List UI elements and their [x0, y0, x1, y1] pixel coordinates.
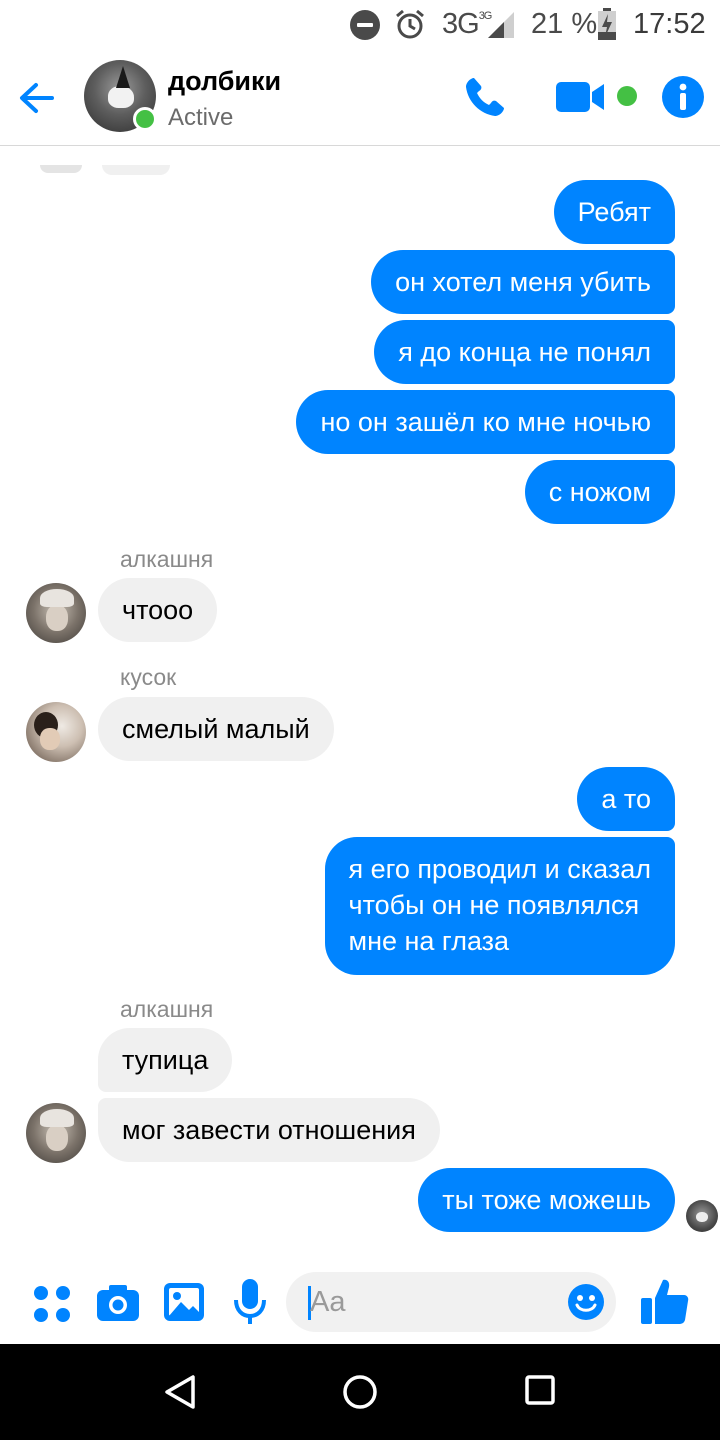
microphone-icon[interactable]	[233, 1278, 267, 1326]
message-bubble-outgoing[interactable]: Ребят	[553, 180, 675, 244]
message-bubble-outgoing[interactable]: я его проводил и сказал чтобы он не появ…	[324, 837, 675, 975]
thumbs-up-icon[interactable]	[640, 1276, 690, 1326]
phone-icon[interactable]	[462, 74, 508, 120]
video-camera-icon[interactable]	[556, 80, 606, 114]
message-bubble-outgoing[interactable]: ты тоже можешь	[418, 1168, 675, 1232]
network-type: 3G3G	[442, 8, 492, 40]
message-bubble-outgoing[interactable]: с ножом	[524, 460, 675, 524]
message-bubble-outgoing[interactable]: но он зашёл ко мне ночью	[296, 390, 675, 454]
sender-name: алкашня	[120, 996, 214, 1022]
sender-avatar[interactable]	[26, 1103, 86, 1163]
message-line: мне на глаза	[348, 926, 510, 956]
apps-menu-icon[interactable]	[32, 1284, 72, 1324]
message-bubble-incoming[interactable]: смелый малый	[98, 697, 334, 761]
camera-icon[interactable]	[96, 1282, 140, 1322]
message-bubble-incoming[interactable]: чтооо	[98, 578, 218, 642]
nav-back-icon[interactable]	[163, 1374, 197, 1410]
battery-charging-icon	[598, 8, 616, 40]
partial-avatar	[40, 165, 82, 173]
sender-avatar[interactable]	[26, 702, 86, 762]
message-line: чтобы он не появлялся	[348, 890, 640, 920]
system-nav-bar	[0, 1344, 720, 1440]
back-arrow-icon[interactable]	[16, 78, 56, 118]
nav-recents-icon[interactable]	[525, 1375, 555, 1405]
active-status-dot	[133, 107, 157, 131]
message-bubble-outgoing[interactable]: я до конца не понял	[374, 320, 675, 384]
battery-percent: 21 %	[531, 8, 598, 40]
do-not-disturb-icon	[350, 10, 380, 40]
sender-avatar[interactable]	[26, 583, 86, 643]
sender-name: алкашня	[120, 546, 214, 572]
chat-header: долбики Active	[0, 48, 720, 146]
clock: 17:52	[633, 8, 706, 40]
message-list[interactable]: Ребят он хотел меня убить я до конца не …	[0, 147, 720, 1257]
sender-name: кусок	[120, 664, 177, 690]
message-bubble-incoming[interactable]: мог завести отношения	[98, 1098, 440, 1162]
message-bubble-incoming[interactable]: тупица	[98, 1028, 233, 1092]
signal-icon	[488, 12, 514, 38]
gallery-icon[interactable]	[163, 1282, 205, 1322]
partial-message-bubble	[102, 165, 170, 175]
message-bubble-outgoing[interactable]: а то	[577, 767, 675, 831]
seen-receipt-avatar	[686, 1200, 718, 1232]
info-icon[interactable]	[662, 76, 704, 118]
status-bar: 3G3G 21 % 17:52	[0, 0, 720, 48]
message-bubble-outgoing[interactable]: он хотел меня убить	[371, 250, 675, 314]
message-composer: Aa	[0, 1262, 720, 1344]
video-active-dot	[617, 86, 637, 106]
message-line: я его проводил и сказал	[348, 854, 651, 884]
alarm-icon	[396, 9, 424, 39]
chat-status: Active	[168, 104, 234, 131]
message-input-placeholder: Aa	[310, 1286, 346, 1318]
message-input[interactable]: Aa	[286, 1272, 616, 1332]
emoji-icon[interactable]	[567, 1283, 605, 1321]
nav-home-icon[interactable]	[342, 1374, 378, 1410]
chat-title[interactable]: долбики	[168, 66, 281, 97]
